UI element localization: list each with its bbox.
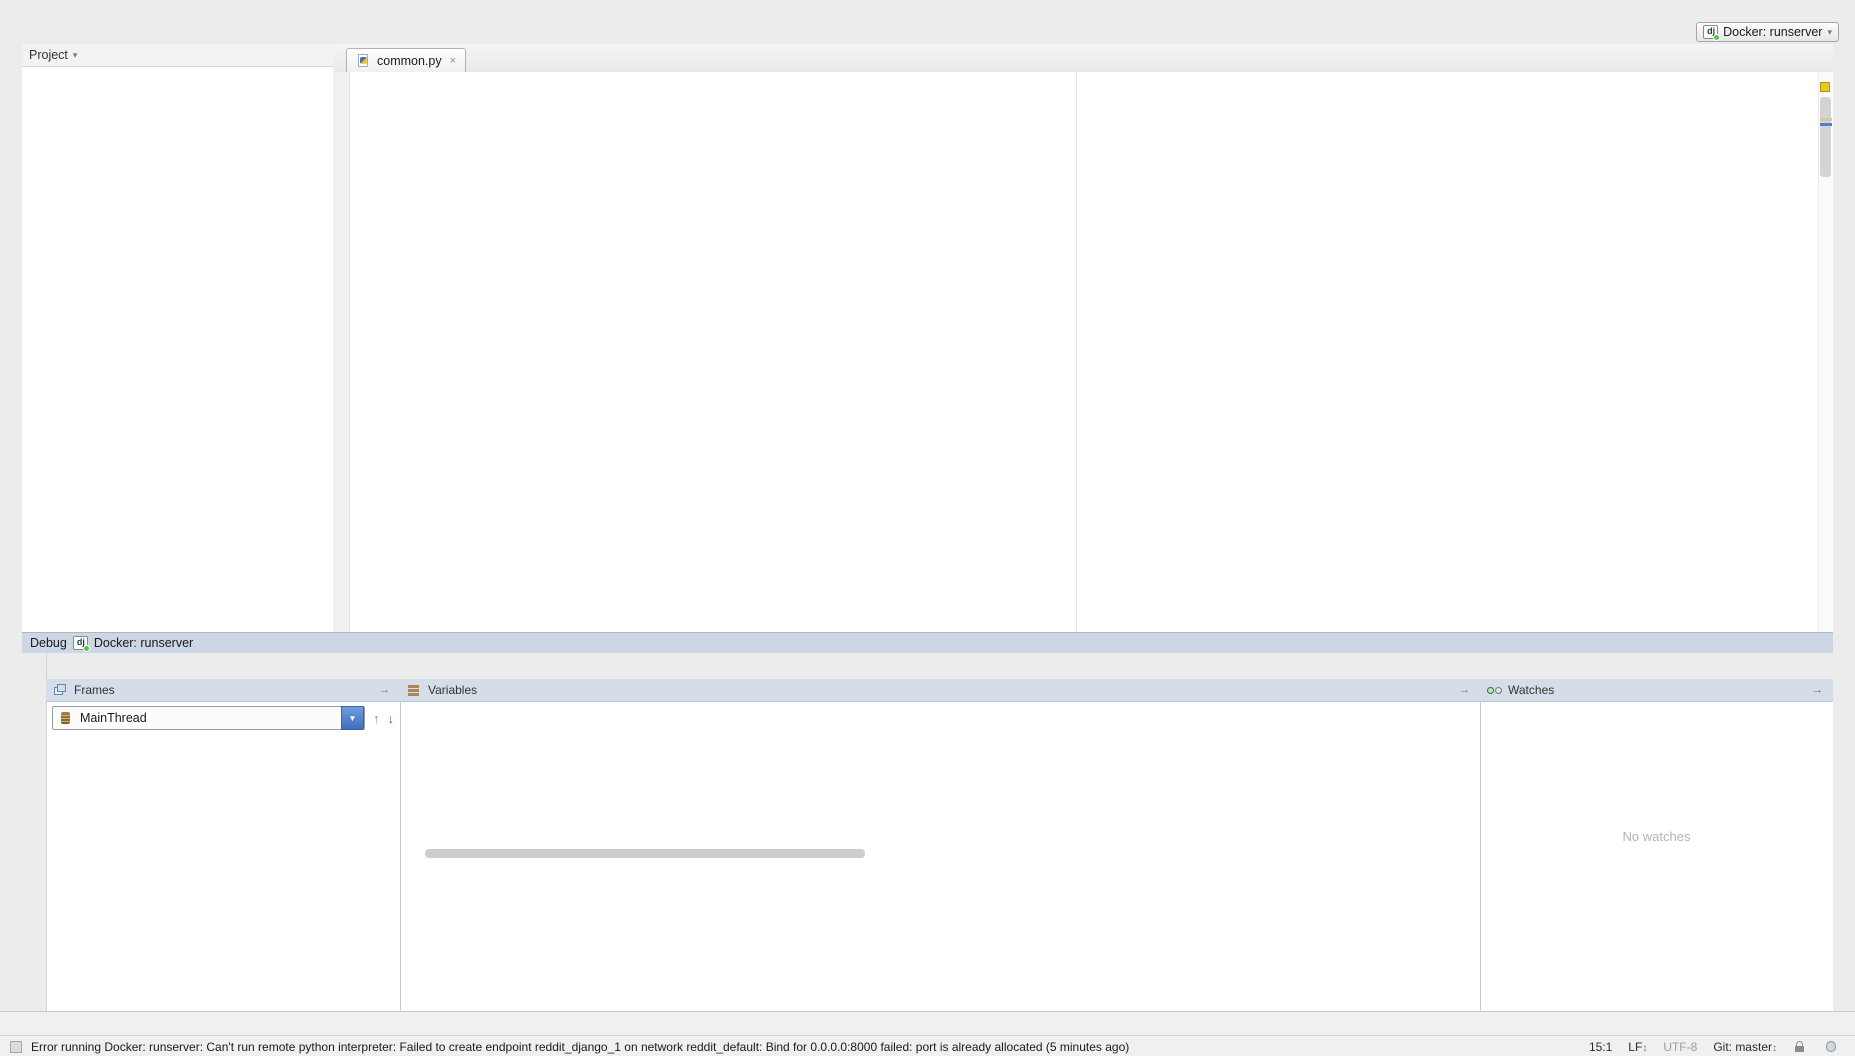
frames-panel-title: Frames bbox=[74, 683, 115, 697]
editor-tab-bar: common.py × bbox=[333, 44, 1833, 73]
chevron-down-icon: ▾ bbox=[1827, 27, 1832, 38]
project-panel-header: Project ▾ bbox=[22, 44, 333, 67]
thread-selector-row: MainThread ▼ ↑ ↓ bbox=[46, 702, 400, 733]
frames-list bbox=[46, 735, 400, 1012]
pycharm-window: Docker: runserver ▾ Project ▾ common.py … bbox=[0, 0, 1855, 1056]
frames-panel: Frames → MainThread ▼ ↑ ↓ bbox=[46, 679, 401, 1012]
stripe-mark-current-line bbox=[1820, 123, 1832, 126]
toolbar-right: Docker: runserver ▾ bbox=[1696, 22, 1847, 42]
editor-area: common.py × bbox=[333, 44, 1833, 632]
variables-panel: Variables → bbox=[400, 679, 1481, 1012]
watches-panel-title: Watches bbox=[1508, 683, 1554, 697]
frames-icon bbox=[53, 683, 68, 697]
frames-panel-header: Frames → bbox=[46, 679, 400, 702]
status-bar: Error running Docker: runserver: Can't r… bbox=[0, 1035, 1855, 1056]
stripe-mark bbox=[1820, 118, 1832, 121]
left-tool-stripe bbox=[0, 44, 23, 1011]
watches-icon bbox=[1487, 683, 1502, 697]
python-file-icon bbox=[356, 54, 371, 68]
previous-frame-button[interactable]: ↑ bbox=[373, 711, 380, 726]
debug-tool-window: Debug Docker: runserver Frames → MainThr… bbox=[22, 632, 1833, 1012]
lock-icon[interactable] bbox=[1793, 1040, 1808, 1054]
editor-tab-common-py[interactable]: common.py × bbox=[346, 48, 466, 72]
debug-panel-title: Debug bbox=[30, 636, 67, 650]
line-ending-indicator[interactable]: LF↕ bbox=[1628, 1040, 1647, 1054]
variables-panel-header: Variables → bbox=[400, 679, 1480, 702]
thread-icon bbox=[59, 711, 74, 725]
editor-gutter[interactable] bbox=[333, 72, 350, 632]
variables-list bbox=[400, 701, 1480, 1012]
thread-name: MainThread bbox=[80, 711, 147, 725]
run-config-select[interactable]: Docker: runserver ▾ bbox=[1696, 22, 1839, 42]
float-panel-icon[interactable]: → bbox=[379, 684, 393, 696]
caret-position[interactable]: 15:1 bbox=[1589, 1040, 1612, 1054]
float-panel-icon[interactable]: → bbox=[1459, 684, 1473, 696]
next-frame-button[interactable]: ↓ bbox=[388, 711, 395, 726]
close-icon[interactable]: × bbox=[450, 55, 456, 67]
status-icon bbox=[10, 1041, 22, 1053]
menu-bar bbox=[0, 0, 1855, 21]
django-icon bbox=[73, 636, 88, 650]
inspection-status-square[interactable] bbox=[1820, 82, 1830, 92]
watches-toolbar bbox=[1480, 702, 1833, 727]
project-panel-title: Project bbox=[29, 48, 68, 62]
status-bar-right: 15:1 LF↕ UTF-8 Git: master↕ bbox=[1589, 1040, 1845, 1054]
debug-panel-header: Debug Docker: runserver bbox=[22, 633, 1833, 654]
scrollbar-thumb[interactable] bbox=[1820, 97, 1831, 177]
right-margin-guide bbox=[1076, 72, 1077, 632]
editor-scrollbar[interactable] bbox=[1818, 72, 1833, 632]
code-content[interactable] bbox=[349, 72, 1819, 632]
chevron-down-icon[interactable]: ▾ bbox=[73, 50, 78, 61]
horizontal-scrollbar-thumb[interactable] bbox=[425, 849, 865, 858]
encoding-indicator[interactable]: UTF-8 bbox=[1663, 1040, 1697, 1054]
code-viewport[interactable] bbox=[333, 72, 1833, 632]
project-tree bbox=[22, 66, 333, 632]
editor-tab-label: common.py bbox=[377, 54, 442, 68]
run-config-label: Docker: runserver bbox=[1723, 25, 1822, 39]
watches-empty-text: No watches bbox=[1480, 829, 1833, 844]
hector-inspections-icon[interactable] bbox=[1824, 1040, 1839, 1054]
float-panel-icon[interactable]: → bbox=[1812, 684, 1826, 696]
right-tool-stripe bbox=[1832, 44, 1855, 1011]
chevron-down-icon[interactable]: ▼ bbox=[341, 706, 364, 730]
watches-panel: Watches → No watches bbox=[1480, 679, 1833, 1012]
watches-panel-header: Watches → bbox=[1480, 679, 1833, 702]
project-tool-window: Project ▾ bbox=[22, 44, 334, 632]
variables-panel-title: Variables bbox=[428, 683, 477, 697]
variables-icon bbox=[407, 683, 422, 697]
debugger-tabs-row bbox=[46, 653, 1833, 680]
git-branch-indicator[interactable]: Git: master↕ bbox=[1713, 1040, 1777, 1054]
debug-panel-subtitle: Docker: runserver bbox=[94, 636, 193, 650]
tool-window-bar bbox=[0, 1011, 1855, 1036]
main-toolbar: Docker: runserver ▾ bbox=[0, 20, 1855, 45]
status-message[interactable]: Error running Docker: runserver: Can't r… bbox=[31, 1040, 1129, 1054]
debugger-left-toolbar bbox=[22, 653, 47, 1012]
django-icon bbox=[1703, 25, 1718, 39]
thread-selector[interactable]: MainThread ▼ bbox=[52, 706, 365, 730]
